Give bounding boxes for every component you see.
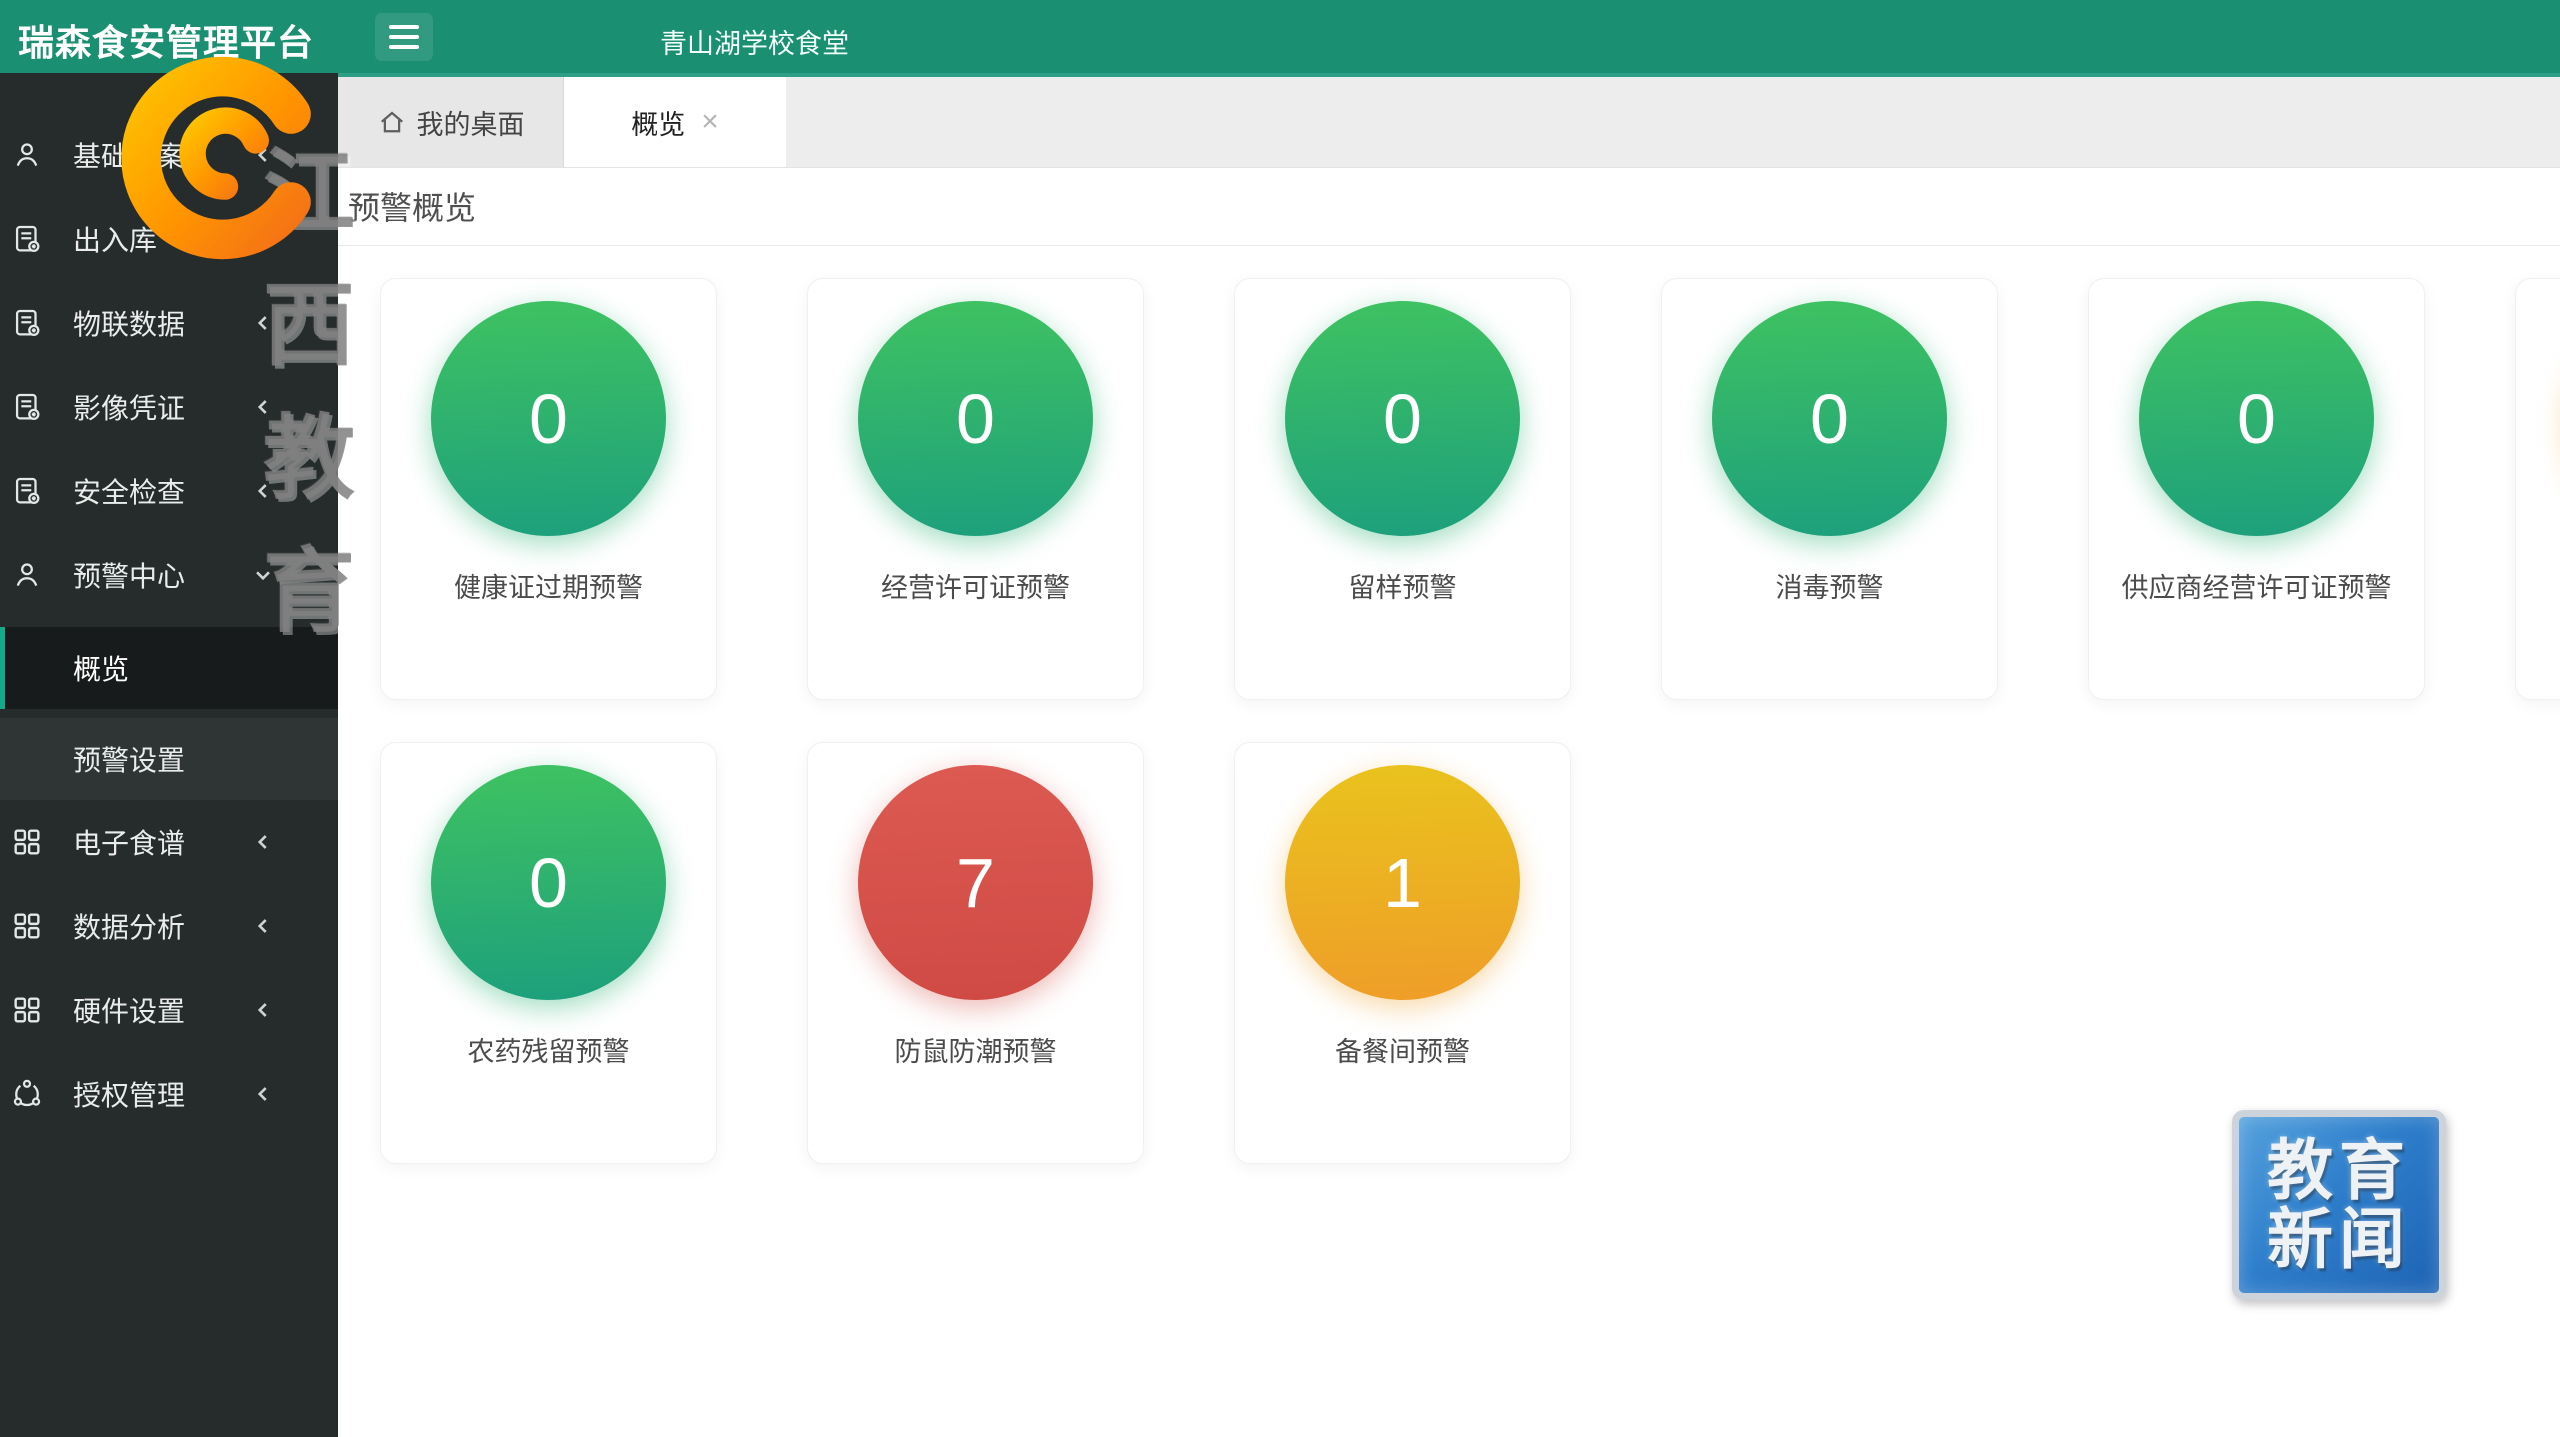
warning-card-label: 供应商经营许可证预警 [2122,566,2392,605]
warning-count: 1 [1383,843,1422,923]
share-icon [10,1077,44,1111]
warning-card-label: 防鼠防潮预警 [895,1030,1057,1069]
chevron-left-icon [250,913,276,939]
sidebar-item-1[interactable]: 出入库 [0,197,338,281]
page-title: 预警概览 [348,183,2560,229]
hamburger-menu-icon[interactable] [375,13,433,61]
chevron-left-icon [250,1081,276,1107]
warning-card-防鼠防潮预警[interactable]: 7 防鼠防潮预警 [807,742,1144,1164]
sidebar-item-4[interactable]: 安全检查 [0,449,338,533]
chevron-left-icon [250,394,276,420]
sidebar-subitem-概览[interactable]: 概览 [0,627,338,709]
chevron-left-icon [250,310,276,336]
warning-card-备餐间预警[interactable]: 1 备餐间预警 [1234,742,1571,1164]
main-content: 预警概览 0 健康证过期预警 0 经营许可证预警 0 留样预警 0 消毒预警 0 供应商经营许可证… [338,163,2560,1437]
chevron-left-icon [250,142,276,168]
sidebar-item-label: 安全检查 [73,471,185,511]
warning-count-circle: 0 [858,301,1093,536]
sidebar-item-label: 数据分析 [73,906,185,946]
sidebar-item-0[interactable]: 基础档案 [0,113,338,197]
warning-count: 0 [529,843,568,923]
warning-card-label: 消毒预警 [1776,566,1884,605]
warning-card-label: 留样预警 [1349,566,1457,605]
chevron-left-icon [250,829,276,855]
warning-card-农药残留预警[interactable]: 0 农药残留预警 [380,742,717,1164]
sidebar-item-8[interactable]: 硬件设置 [0,968,338,1052]
home-icon [377,107,407,137]
chevron-down-icon [250,562,276,588]
warning-count: 0 [529,379,568,459]
sidebar-item-3[interactable]: 影像凭证 [0,365,338,449]
user-icon [10,558,44,592]
doc-icon [10,222,44,256]
sidebar-item-7[interactable]: 数据分析 [0,884,338,968]
sidebar-item-label: 基础档案 [73,135,185,175]
warning-card-健康证过期预警[interactable]: 0 健康证过期预警 [380,278,717,700]
tab-我的桌面[interactable]: 我的桌面 [338,77,564,167]
sidebar-subitem-预警设置[interactable]: 预警设置 [0,718,338,800]
warning-count-circle: 1 [1285,765,1520,1000]
sidebar-item-label: 电子食谱 [73,822,185,862]
doc-icon [10,390,44,424]
sidebar-item-label: 影像凭证 [73,387,185,427]
title-divider [338,245,2560,246]
warning-card-label: 农药残留预警 [468,1030,630,1069]
grid-icon [10,825,44,859]
sidebar: 基础档案出入库物联数据影像凭证安全检查预警中心概览预警设置电子食谱数据分析硬件设… [0,73,338,1437]
top-bar: 瑞森食安管理平台 青山湖学校食堂 [0,0,2560,73]
doc-icon [10,474,44,508]
canteen-name: 青山湖学校食堂 [660,22,849,61]
education-news-badge: 教育 新闻 [2232,1110,2446,1300]
app-title: 瑞森食安管理平台 [18,14,314,66]
sidebar-item-label: 硬件设置 [73,990,185,1030]
warning-count-circle: 0 [431,765,666,1000]
warning-card-消毒预警[interactable]: 0 消毒预警 [1661,278,1998,700]
sidebar-item-label: 预警中心 [73,555,185,595]
warning-count-circle: 0 [2139,301,2374,536]
warning-card-label: 健康证过期预警 [454,566,643,605]
sidebar-subitem-label: 概览 [73,648,129,688]
sidebar-item-label: 授权管理 [73,1074,185,1114]
grid-icon [10,909,44,943]
doc-icon [10,306,44,340]
warning-count: 7 [956,843,995,923]
sidebar-item-label: 出入库 [73,219,157,259]
warning-count: 0 [956,379,995,459]
warning-card-label: 经营许可证预警 [881,566,1070,605]
grid-icon [10,993,44,1027]
warning-card-留样预警[interactable]: 0 留样预警 [1234,278,1571,700]
warning-count-circle: 0 [431,301,666,536]
sidebar-menu: 基础档案出入库物联数据影像凭证安全检查预警中心概览预警设置电子食谱数据分析硬件设… [0,73,338,1136]
tab-概览[interactable]: 概览 × [564,77,786,167]
sidebar-subitem-label: 预警设置 [73,739,185,779]
chevron-left-icon [250,478,276,504]
chevron-left-icon [250,997,276,1023]
sidebar-item-9[interactable]: 授权管理 [0,1052,338,1136]
warning-card-供应商经营许可证预警[interactable]: 0 供应商经营许可证预警 [2088,278,2425,700]
badge-line1: 教育 [2267,1136,2411,1205]
sidebar-item-2[interactable]: 物联数据 [0,281,338,365]
sidebar-item-5[interactable]: 预警中心 [0,533,338,617]
user-icon [10,138,44,172]
chevron-left-icon [250,226,276,252]
warning-count: 0 [1383,379,1422,459]
warning-card-label: 备餐间预警 [1335,1030,1470,1069]
warning-count-circle: 7 [858,765,1093,1000]
tab-bar: 我的桌面 概览 × [338,73,2560,168]
warning-card-partial[interactable] [2515,278,2560,700]
warning-count: 0 [2237,379,2276,459]
warning-cards-row-2: 0 农药残留预警 7 防鼠防潮预警 1 备餐间预警 [338,742,2560,1164]
warning-count: 0 [1810,379,1849,459]
warning-count-circle: 0 [1712,301,1947,536]
sidebar-item-6[interactable]: 电子食谱 [0,800,338,884]
close-icon[interactable]: × [701,105,719,139]
sidebar-item-label: 物联数据 [73,303,185,343]
warning-card-经营许可证预警[interactable]: 0 经营许可证预警 [807,278,1144,700]
warning-cards-row-1: 0 健康证过期预警 0 经营许可证预警 0 留样预警 0 消毒预警 0 供应商经营许可证预警 [338,278,2560,700]
tab-label: 概览 [631,103,685,142]
warning-count-circle: 0 [1285,301,1520,536]
badge-line2: 新闻 [2267,1205,2411,1274]
tab-label: 我的桌面 [417,103,525,142]
